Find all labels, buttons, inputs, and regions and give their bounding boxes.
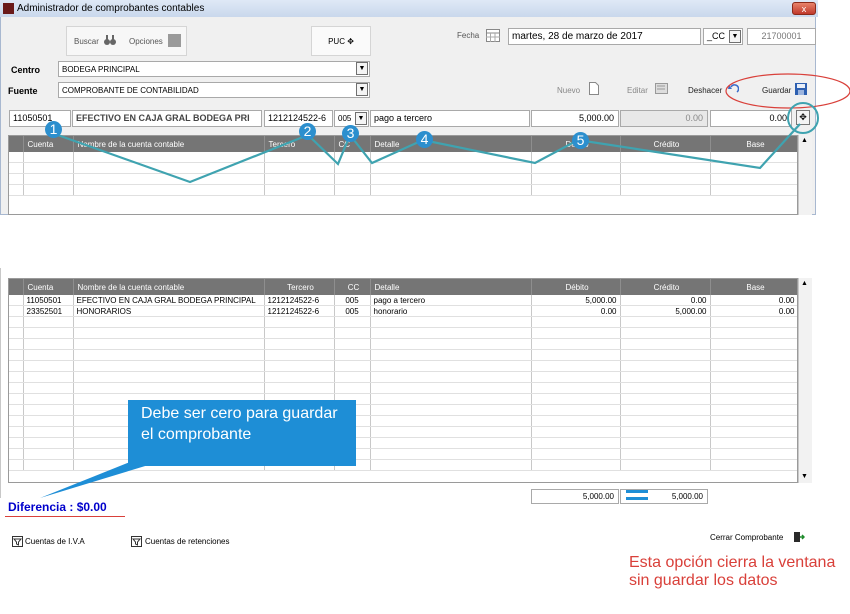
window-title: Administrador de comprobantes contables <box>17 3 205 14</box>
scroll-up-icon[interactable]: ▲ <box>801 280 808 287</box>
deshacer-button[interactable]: Deshacer <box>688 86 722 95</box>
voucher-number: 21700001 <box>747 28 816 45</box>
options-icon[interactable] <box>168 34 181 47</box>
vertical-scrollbar[interactable] <box>798 278 812 483</box>
nuevo-button[interactable]: Nuevo <box>557 86 580 95</box>
diferencia-label: Diferencia : $0.00 <box>8 500 107 514</box>
fuente-label: Fuente <box>8 86 38 96</box>
cell-tercero: 1212124522-6 <box>264 305 335 317</box>
callout-box: Debe ser cero para guardar el comprobant… <box>128 400 356 466</box>
cell-credito: 5,000.00 <box>620 305 711 317</box>
callout-pointer <box>40 460 165 498</box>
cell-detalle: pago a tercero <box>370 295 532 306</box>
table-row <box>9 338 797 350</box>
cell-nombre: EFECTIVO EN CAJA GRAL BODEGA PRINCIPAL <box>73 295 265 306</box>
close-button[interactable]: x <box>792 2 816 15</box>
puc-button[interactable]: PUC ✥ <box>311 26 371 56</box>
cell-cc: 005 <box>334 295 371 306</box>
col-credito[interactable]: Crédito <box>620 279 711 295</box>
close-voucher-button[interactable]: Cerrar Comprobante <box>710 533 783 542</box>
cell-base: 0.00 <box>710 305 797 317</box>
step-5-marker: 5 <box>572 132 589 149</box>
funnel-icon[interactable] <box>12 536 23 547</box>
scroll-down-icon[interactable]: ▼ <box>801 473 808 480</box>
table-row <box>9 382 797 394</box>
exit-door-icon[interactable] <box>793 531 805 543</box>
col-detalle[interactable]: Detalle <box>370 279 532 295</box>
binoculars-icon[interactable] <box>103 34 117 46</box>
editar-button[interactable]: Editar <box>627 86 648 95</box>
total-debito: 5,000.00 <box>531 489 619 504</box>
chevron-down-icon[interactable]: ▼ <box>729 30 741 43</box>
chevron-down-icon[interactable]: ▼ <box>356 62 368 75</box>
date-field[interactable]: martes, 28 de marzo de 2017 <box>508 28 701 45</box>
col-cc[interactable]: CC <box>334 279 371 295</box>
fecha-label: Fecha <box>457 31 480 40</box>
step-1-marker: 1 <box>45 121 62 138</box>
step-3-marker: 3 <box>342 125 359 142</box>
col-base[interactable]: Base <box>710 279 797 295</box>
col-nombre[interactable]: Nombre de la cuenta contable <box>73 279 265 295</box>
cell-nombre: HONORARIOS <box>73 305 265 317</box>
table-row <box>9 327 797 339</box>
funnel-icon[interactable] <box>131 536 142 547</box>
diferencia-underline <box>5 516 125 517</box>
search-button[interactable]: Buscar <box>74 37 99 46</box>
table-row <box>9 349 797 361</box>
cell-credito: 0.00 <box>620 295 711 306</box>
fuente-select[interactable]: COMPROBANTE DE CONTABILIDAD <box>58 82 370 98</box>
cell-debito: 5,000.00 <box>531 295 621 306</box>
col-cuenta[interactable]: Cuenta <box>23 279 74 295</box>
cell-cc: 005 <box>334 305 371 317</box>
table-row <box>9 360 797 372</box>
close-option-note: Esta opción cierra la ventana sin guarda… <box>629 554 836 589</box>
table-row[interactable]: 11050501 EFECTIVO EN CAJA GRAL BODEGA PR… <box>9 295 797 306</box>
options-button[interactable]: Opciones <box>129 37 163 46</box>
chevron-down-icon[interactable]: ▼ <box>356 83 368 96</box>
new-document-icon[interactable] <box>589 82 599 95</box>
edit-icon[interactable] <box>655 83 668 94</box>
search-options-toolbar: Buscar Opciones <box>66 26 187 56</box>
step-4-marker: 4 <box>416 131 433 148</box>
cell-tercero: 1212124522-6 <box>264 295 335 306</box>
lines-grid: Cuenta Nombre de la cuenta contable Terc… <box>8 278 798 483</box>
col-tercero[interactable]: Tercero <box>264 279 335 295</box>
equals-icon <box>626 497 648 500</box>
calendar-icon[interactable] <box>486 29 500 42</box>
table-row <box>9 316 797 328</box>
grid-row-header <box>9 279 24 295</box>
table-row[interactable]: 23352501 HONORARIOS 1212124522-6 005 hon… <box>9 305 797 317</box>
retenciones-link[interactable]: Cuentas de retenciones <box>145 537 230 546</box>
cell-cuenta: 23352501 <box>23 305 74 317</box>
step-2-marker: 2 <box>299 123 316 140</box>
centro-select[interactable]: BODEGA PRINCIPAL <box>58 61 370 77</box>
cell-base: 0.00 <box>710 295 797 306</box>
cc-value: _CC <box>707 31 726 41</box>
app-icon <box>3 3 14 14</box>
equals-icon <box>626 490 648 493</box>
table-row <box>9 371 797 383</box>
cell-debito: 0.00 <box>531 305 621 317</box>
col-debito[interactable]: Débito <box>531 279 621 295</box>
cell-cuenta: 11050501 <box>23 295 74 306</box>
centro-label: Centro <box>11 65 40 75</box>
iva-accounts-link[interactable]: Cuentas de I.V.A <box>25 537 85 546</box>
cell-detalle: honorario <box>370 305 532 317</box>
